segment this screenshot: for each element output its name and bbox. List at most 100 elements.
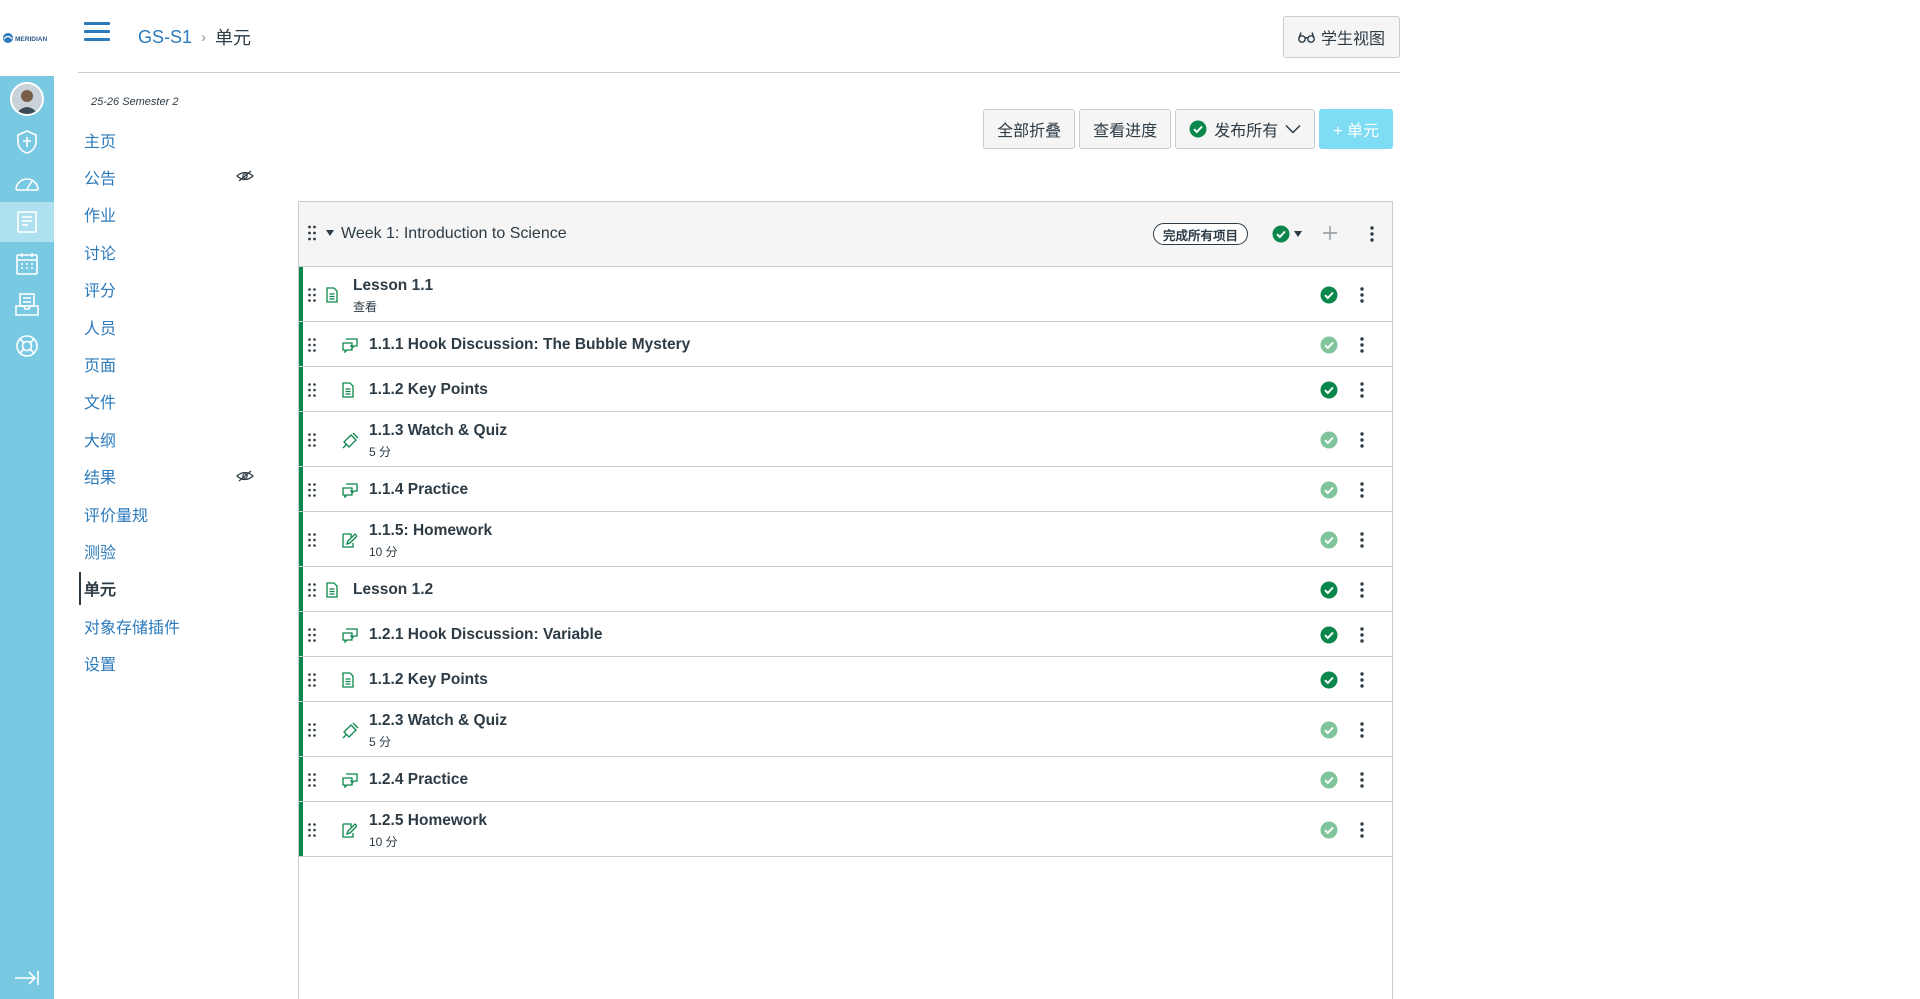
drag-handle-icon[interactable] bbox=[307, 432, 317, 453]
module-item-title[interactable]: 1.2.4 Practice bbox=[369, 771, 468, 789]
drag-handle-icon[interactable] bbox=[307, 582, 317, 603]
module-item-row[interactable]: 1.1.1 Hook Discussion: The Bubble Myster… bbox=[299, 322, 1392, 367]
course-nav-item[interactable]: 文件 bbox=[84, 383, 254, 420]
nav-account[interactable] bbox=[0, 79, 54, 119]
nav-inbox[interactable] bbox=[0, 285, 54, 325]
module-publish-button[interactable] bbox=[1272, 225, 1302, 243]
add-item-icon[interactable] bbox=[1321, 224, 1339, 242]
module-item-row[interactable]: 1.2.5 Homework 10 分 bbox=[299, 802, 1392, 857]
nav-courses[interactable] bbox=[0, 202, 54, 242]
module-options-kebab-icon[interactable] bbox=[1362, 224, 1382, 244]
item-options-kebab-icon[interactable] bbox=[1352, 335, 1372, 355]
published-check-icon[interactable] bbox=[1319, 720, 1339, 740]
published-check-icon[interactable] bbox=[1319, 625, 1339, 645]
hamburger-menu-button[interactable] bbox=[84, 22, 110, 44]
module-item-title[interactable]: 1.1.5: Homework bbox=[369, 522, 492, 540]
module-item-title[interactable]: 1.2.3 Watch & Quiz bbox=[369, 712, 507, 730]
module-item-title[interactable]: 1.1.4 Practice bbox=[369, 481, 468, 499]
student-view-button[interactable]: 学生视图 bbox=[1282, 16, 1400, 58]
course-nav-item[interactable]: 页面 bbox=[84, 345, 254, 382]
published-check-icon[interactable] bbox=[1319, 285, 1339, 305]
module-item-row[interactable]: 1.1.5: Homework 10 分 bbox=[299, 512, 1392, 567]
course-nav-item[interactable]: 讨论 bbox=[84, 233, 254, 270]
module-item-row[interactable]: 1.1.2 Key Points bbox=[299, 367, 1392, 412]
nav-admin[interactable] bbox=[0, 122, 54, 162]
module-item-row[interactable]: Lesson 1.2 bbox=[299, 567, 1392, 612]
module-item-row[interactable]: 1.1.3 Watch & Quiz 5 分 bbox=[299, 412, 1392, 467]
drag-handle-icon[interactable] bbox=[307, 822, 317, 843]
item-options-kebab-icon[interactable] bbox=[1352, 580, 1372, 600]
nav-calendar[interactable] bbox=[0, 244, 54, 284]
drag-handle-icon[interactable] bbox=[307, 337, 317, 358]
module-item-title[interactable]: 1.1.2 Key Points bbox=[369, 381, 488, 399]
course-nav-item[interactable]: 主页 bbox=[84, 121, 254, 158]
published-check-icon[interactable] bbox=[1319, 530, 1339, 550]
item-options-kebab-icon[interactable] bbox=[1352, 380, 1372, 400]
course-nav-label: 评价量规 bbox=[84, 507, 149, 525]
collapse-nav-button[interactable] bbox=[0, 958, 54, 998]
collapse-all-button[interactable]: 全部折叠 bbox=[983, 109, 1076, 149]
item-options-kebab-icon[interactable] bbox=[1352, 430, 1372, 450]
drag-handle-icon[interactable] bbox=[307, 672, 317, 693]
published-check-icon[interactable] bbox=[1319, 670, 1339, 690]
item-options-kebab-icon[interactable] bbox=[1352, 670, 1372, 690]
module-title[interactable]: Week 1: Introduction to Science bbox=[341, 225, 567, 243]
drag-handle-icon[interactable] bbox=[307, 532, 317, 553]
module-item-title[interactable]: Lesson 1.2 bbox=[353, 581, 433, 599]
breadcrumb-course-link[interactable]: GS-S1 bbox=[138, 27, 192, 48]
course-nav-item[interactable]: 对象存储插件 bbox=[84, 607, 254, 644]
drag-handle-icon[interactable] bbox=[307, 722, 317, 743]
published-check-icon[interactable] bbox=[1319, 820, 1339, 840]
module-item-row[interactable]: 1.1.4 Practice bbox=[299, 467, 1392, 512]
published-check-icon[interactable] bbox=[1319, 380, 1339, 400]
item-options-kebab-icon[interactable] bbox=[1352, 770, 1372, 790]
module-item-title[interactable]: Lesson 1.1 bbox=[353, 277, 433, 295]
course-nav-item[interactable]: 评价量规 bbox=[84, 495, 254, 532]
nav-dashboard[interactable] bbox=[0, 163, 54, 203]
drag-handle-icon[interactable] bbox=[307, 772, 317, 793]
published-check-icon[interactable] bbox=[1319, 430, 1339, 450]
published-check-icon[interactable] bbox=[1319, 770, 1339, 790]
module-item-title[interactable]: 1.1.3 Watch & Quiz bbox=[369, 422, 507, 440]
module-item-row[interactable]: 1.2.4 Practice bbox=[299, 757, 1392, 802]
module-item-row[interactable]: 1.2.1 Hook Discussion: Variable bbox=[299, 612, 1392, 657]
published-check-icon[interactable] bbox=[1319, 580, 1339, 600]
item-options-kebab-icon[interactable] bbox=[1352, 530, 1372, 550]
course-nav-item[interactable]: 单元 bbox=[79, 570, 254, 607]
institution-logo[interactable]: MERIDIAN bbox=[0, 0, 54, 76]
item-options-kebab-icon[interactable] bbox=[1352, 820, 1372, 840]
course-nav-item[interactable]: 公告 bbox=[84, 158, 254, 195]
nav-help[interactable] bbox=[0, 326, 54, 366]
publish-all-button[interactable]: 发布所有 bbox=[1175, 109, 1316, 149]
breadcrumb-current: 单元 bbox=[215, 28, 252, 48]
view-progress-button[interactable]: 查看进度 bbox=[1079, 109, 1172, 149]
course-nav-item[interactable]: 结果 bbox=[84, 458, 254, 495]
drag-handle-icon[interactable] bbox=[307, 627, 317, 648]
course-nav-item[interactable]: 评分 bbox=[84, 271, 254, 308]
drag-handle-icon[interactable] bbox=[307, 224, 317, 247]
drag-handle-icon[interactable] bbox=[307, 382, 317, 403]
module-item-title[interactable]: 1.2.1 Hook Discussion: Variable bbox=[369, 626, 602, 644]
course-nav-label: 设置 bbox=[84, 657, 117, 675]
published-check-icon[interactable] bbox=[1319, 480, 1339, 500]
item-options-kebab-icon[interactable] bbox=[1352, 480, 1372, 500]
module-item-title[interactable]: 1.2.5 Homework bbox=[369, 812, 487, 830]
course-nav-item[interactable]: 设置 bbox=[84, 644, 254, 681]
drag-handle-icon[interactable] bbox=[307, 482, 317, 503]
add-module-button[interactable]: + 单元 bbox=[1319, 109, 1393, 149]
course-nav-item[interactable]: 人员 bbox=[84, 308, 254, 345]
course-nav-item[interactable]: 测验 bbox=[84, 532, 254, 569]
module-item-title[interactable]: 1.1.2 Key Points bbox=[369, 671, 488, 689]
item-options-kebab-icon[interactable] bbox=[1352, 720, 1372, 740]
module-item-row[interactable]: 1.2.3 Watch & Quiz 5 分 bbox=[299, 702, 1392, 757]
module-item-row[interactable]: 1.1.2 Key Points bbox=[299, 657, 1392, 702]
course-nav-item[interactable]: 大纲 bbox=[84, 420, 254, 457]
module-item-row[interactable]: Lesson 1.1 查看 bbox=[299, 267, 1392, 322]
course-nav-item[interactable]: 作业 bbox=[84, 196, 254, 233]
item-options-kebab-icon[interactable] bbox=[1352, 285, 1372, 305]
module-item-title[interactable]: 1.1.1 Hook Discussion: The Bubble Myster… bbox=[369, 336, 690, 354]
drag-handle-icon[interactable] bbox=[307, 287, 317, 308]
caret-down-icon[interactable] bbox=[326, 230, 334, 236]
published-check-icon[interactable] bbox=[1319, 335, 1339, 355]
item-options-kebab-icon[interactable] bbox=[1352, 625, 1372, 645]
